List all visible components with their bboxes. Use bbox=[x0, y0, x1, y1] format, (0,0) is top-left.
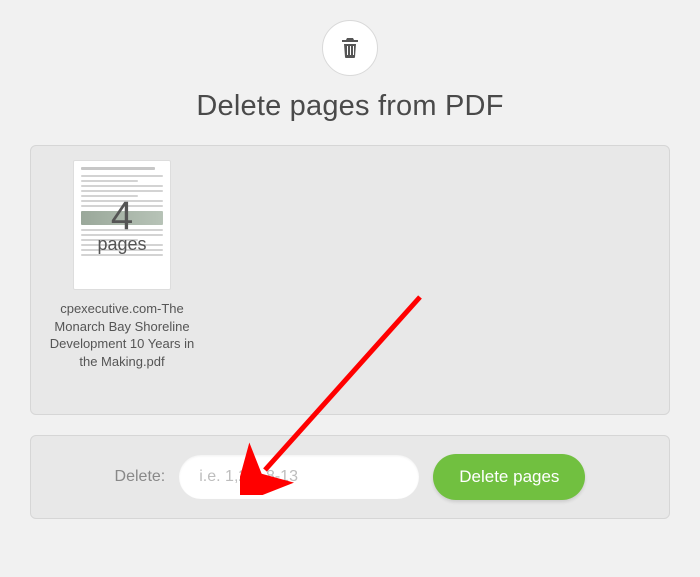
trash-icon-circle bbox=[322, 20, 378, 76]
page-title: Delete pages from PDF bbox=[196, 90, 503, 123]
trash-icon bbox=[338, 36, 362, 60]
pages-input[interactable] bbox=[179, 455, 419, 499]
delete-pages-button[interactable]: Delete pages bbox=[433, 454, 585, 500]
action-panel: Delete: Delete pages bbox=[30, 435, 670, 519]
files-panel: 4 pages cpexecutive.com-The Monarch Bay … bbox=[30, 145, 670, 415]
file-thumbnail: 4 pages bbox=[73, 160, 171, 290]
file-name-label: cpexecutive.com-The Monarch Bay Shorelin… bbox=[47, 300, 197, 370]
main-container: Delete pages from PDF 4 bbox=[30, 20, 670, 539]
file-card[interactable]: 4 pages cpexecutive.com-The Monarch Bay … bbox=[47, 160, 197, 402]
delete-label: Delete: bbox=[115, 468, 166, 486]
